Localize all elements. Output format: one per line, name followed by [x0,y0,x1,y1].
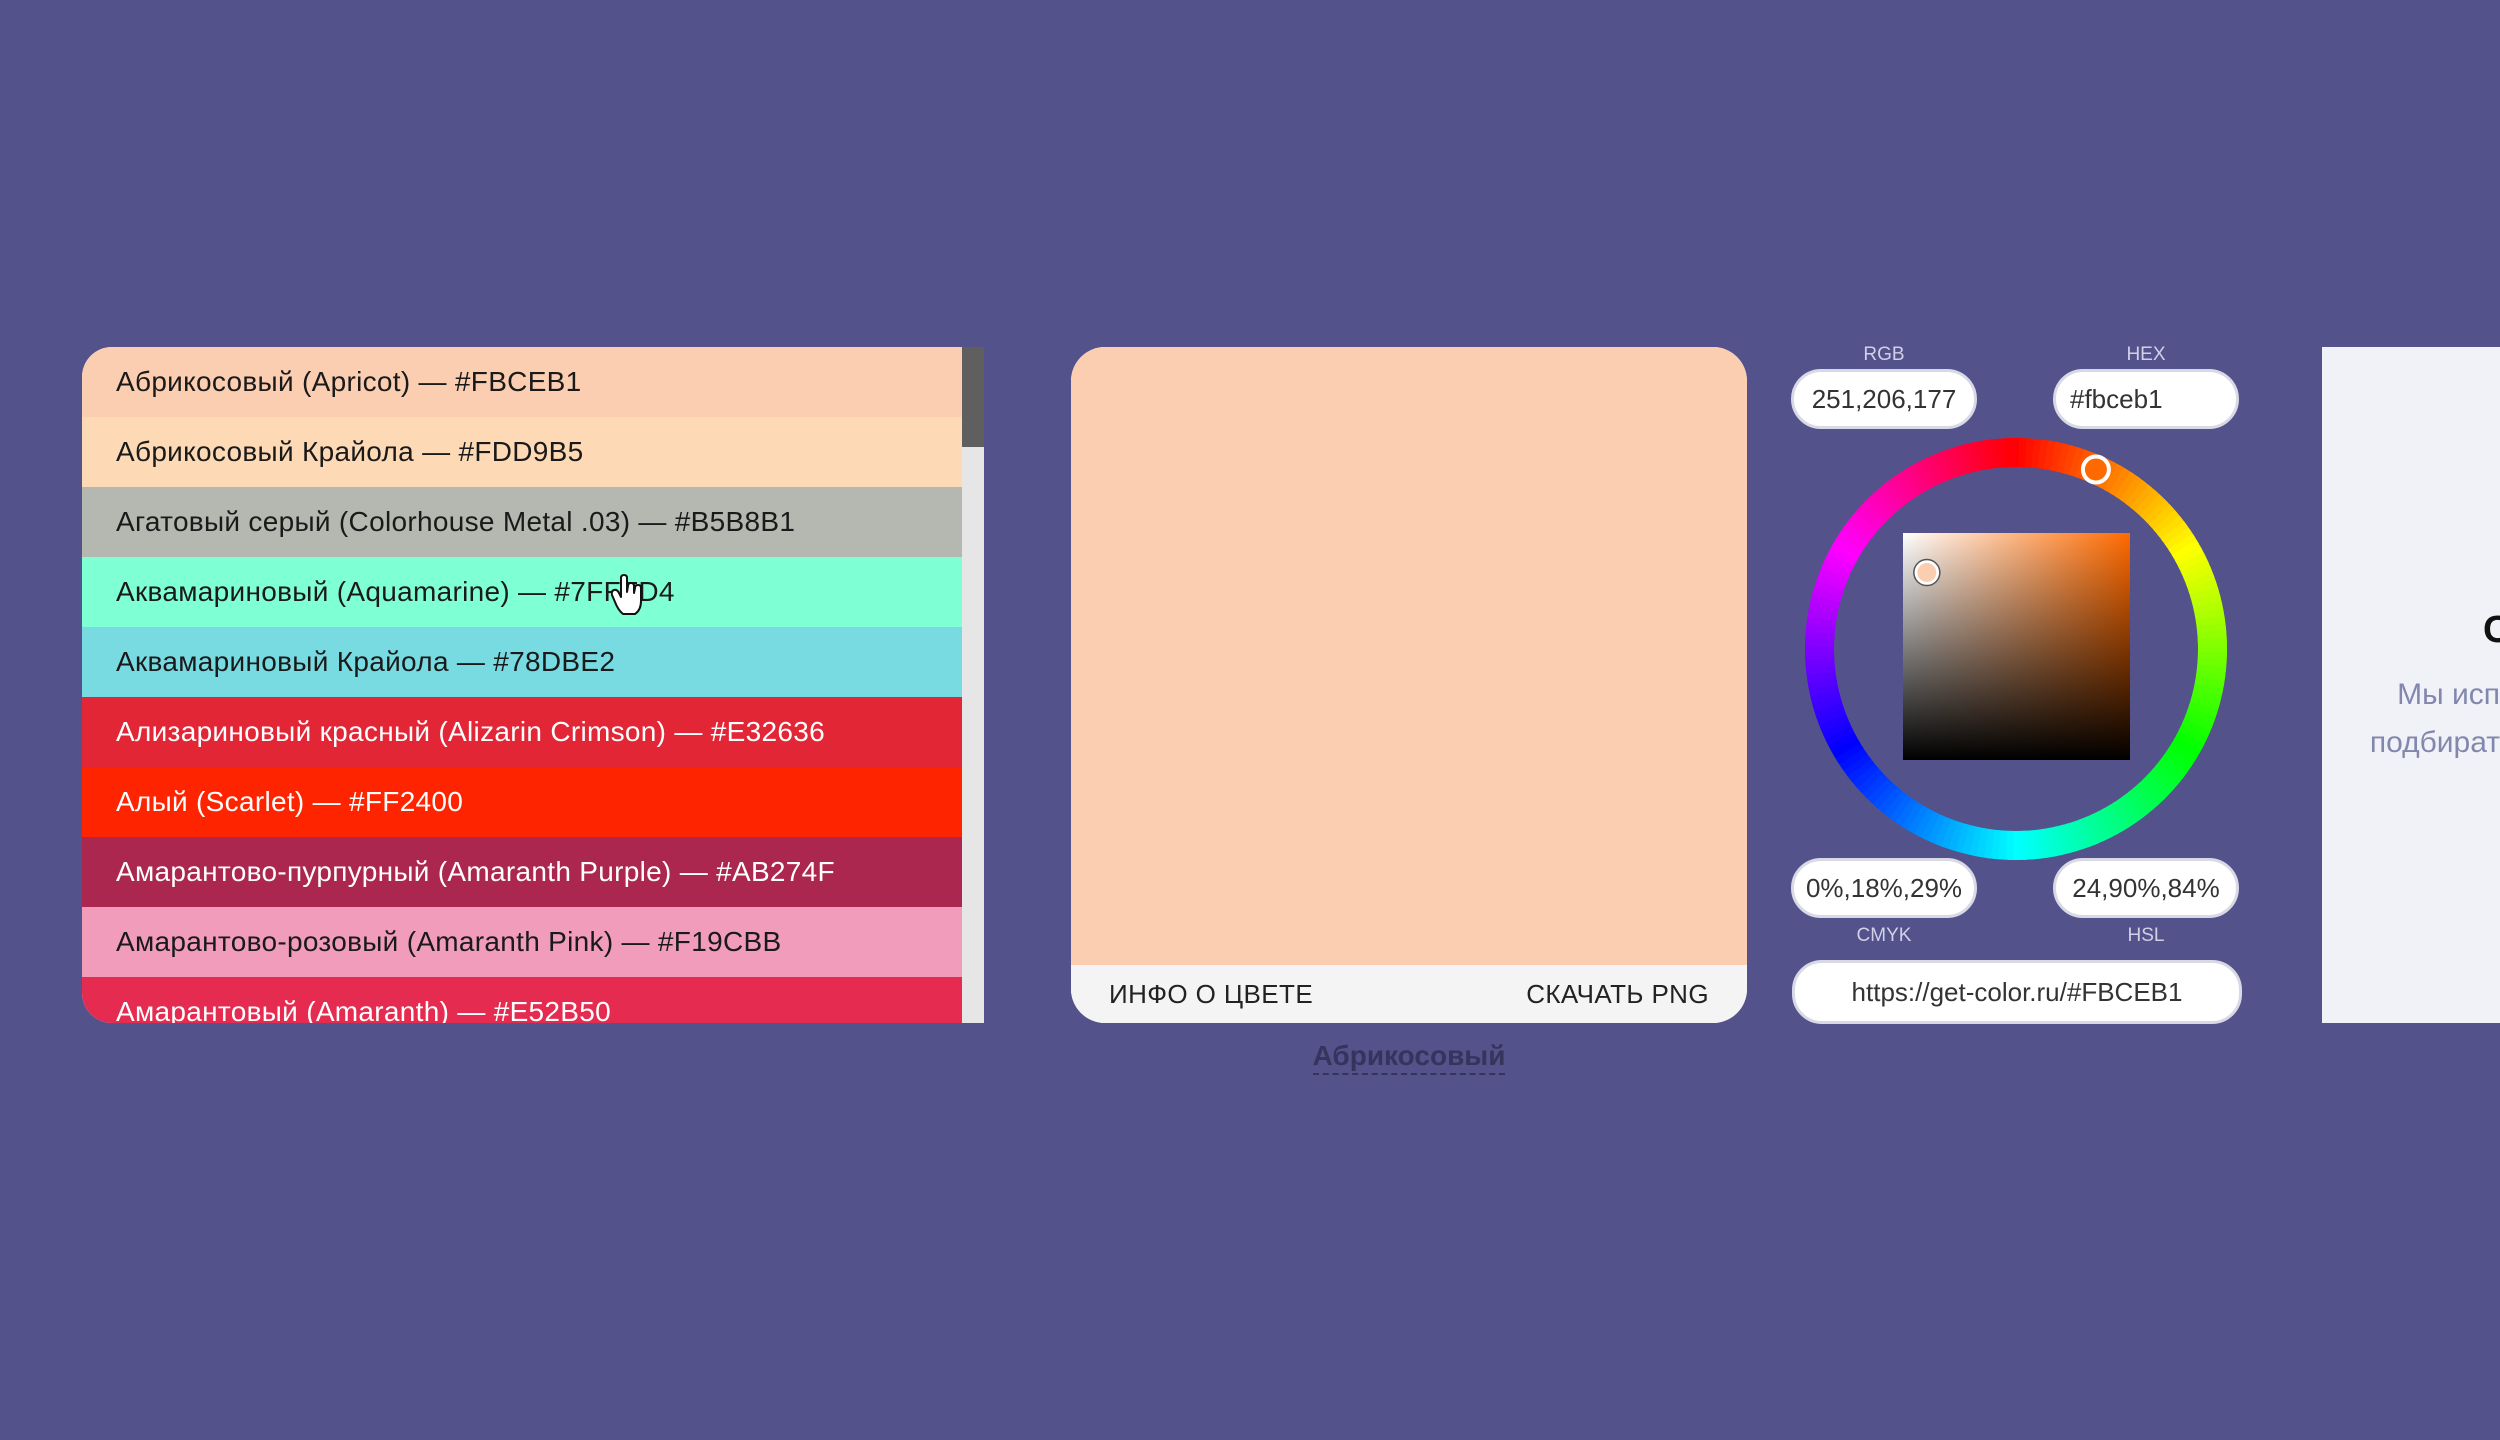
side-card-line-1: Мы исп [2397,678,2500,711]
hsl-label: HSL [2127,925,2165,946]
color-list-item[interactable]: Аквамариновый (Aquamarine) — #7FFFD4 [82,557,962,627]
saturation-handle[interactable] [1914,560,1940,586]
hex-label: HEX [2126,344,2166,365]
color-preview-swatch [1071,347,1747,965]
hex-input[interactable] [2053,369,2239,429]
rgb-label: RGB [1863,344,1905,365]
hue-handle[interactable] [2080,454,2111,485]
download-png-button[interactable]: СКАЧАТЬ PNG [1526,979,1709,1010]
color-list: Абрикосовый (Apricot) — #FBCEB1 Абрикосов… [82,347,984,1023]
color-wheel-picker[interactable] [1799,432,2233,866]
cmyk-label: CMYK [1856,925,1912,946]
preview-actions-bar: ИНФО О ЦВЕТЕ СКАЧАТЬ PNG [1071,965,1747,1023]
side-card-text: Мы исп подбират [2322,671,2500,767]
rgb-input[interactable] [1791,369,1977,429]
color-list-item[interactable]: Амарантовый (Amaranth) — #E52B50 [82,977,962,1023]
color-name-wrapper: Абрикосовый [1071,1040,1747,1075]
side-card-line-2: подбират [2369,726,2500,759]
cmyk-input[interactable] [1791,858,1977,918]
color-list-item[interactable]: Агатовый серый (Colorhouse Metal .03) — … [82,487,962,557]
color-name-link[interactable]: Абрикосовый [1312,1040,1506,1075]
color-list-item[interactable]: Аквамариновый Крайола — #78DBE2 [82,627,962,697]
info-side-card: С Мы исп подбират [2322,347,2500,1023]
color-list-item[interactable]: Абрикосовый (Apricot) — #FBCEB1 [82,347,962,417]
color-list-item[interactable]: Амарантово-розовый (Amaranth Pink) — #F1… [82,907,962,977]
color-list-item[interactable]: Амарантово-пурпурный (Amaranth Purple) —… [82,837,962,907]
side-card-title: С [2483,609,2500,651]
list-scrollbar-thumb[interactable] [962,347,984,447]
color-info-button[interactable]: ИНФО О ЦВЕТЕ [1109,979,1313,1010]
color-list-item[interactable]: Алый (Scarlet) — #FF2400 [82,767,962,837]
color-list-rows: Абрикосовый (Apricot) — #FBCEB1 Абрикосов… [82,347,962,1023]
color-url-field[interactable] [1792,960,2242,1024]
color-list-item[interactable]: Абрикосовый Крайола — #FDD9B5 [82,417,962,487]
hsl-input[interactable] [2053,858,2239,918]
hand-cursor-icon [611,574,642,615]
color-list-item[interactable]: Ализариновый красный (Alizarin Crimson) … [82,697,962,767]
list-scrollbar[interactable] [962,347,984,1023]
color-preview-card: ИНФО О ЦВЕТЕ СКАЧАТЬ PNG [1071,347,1747,1023]
